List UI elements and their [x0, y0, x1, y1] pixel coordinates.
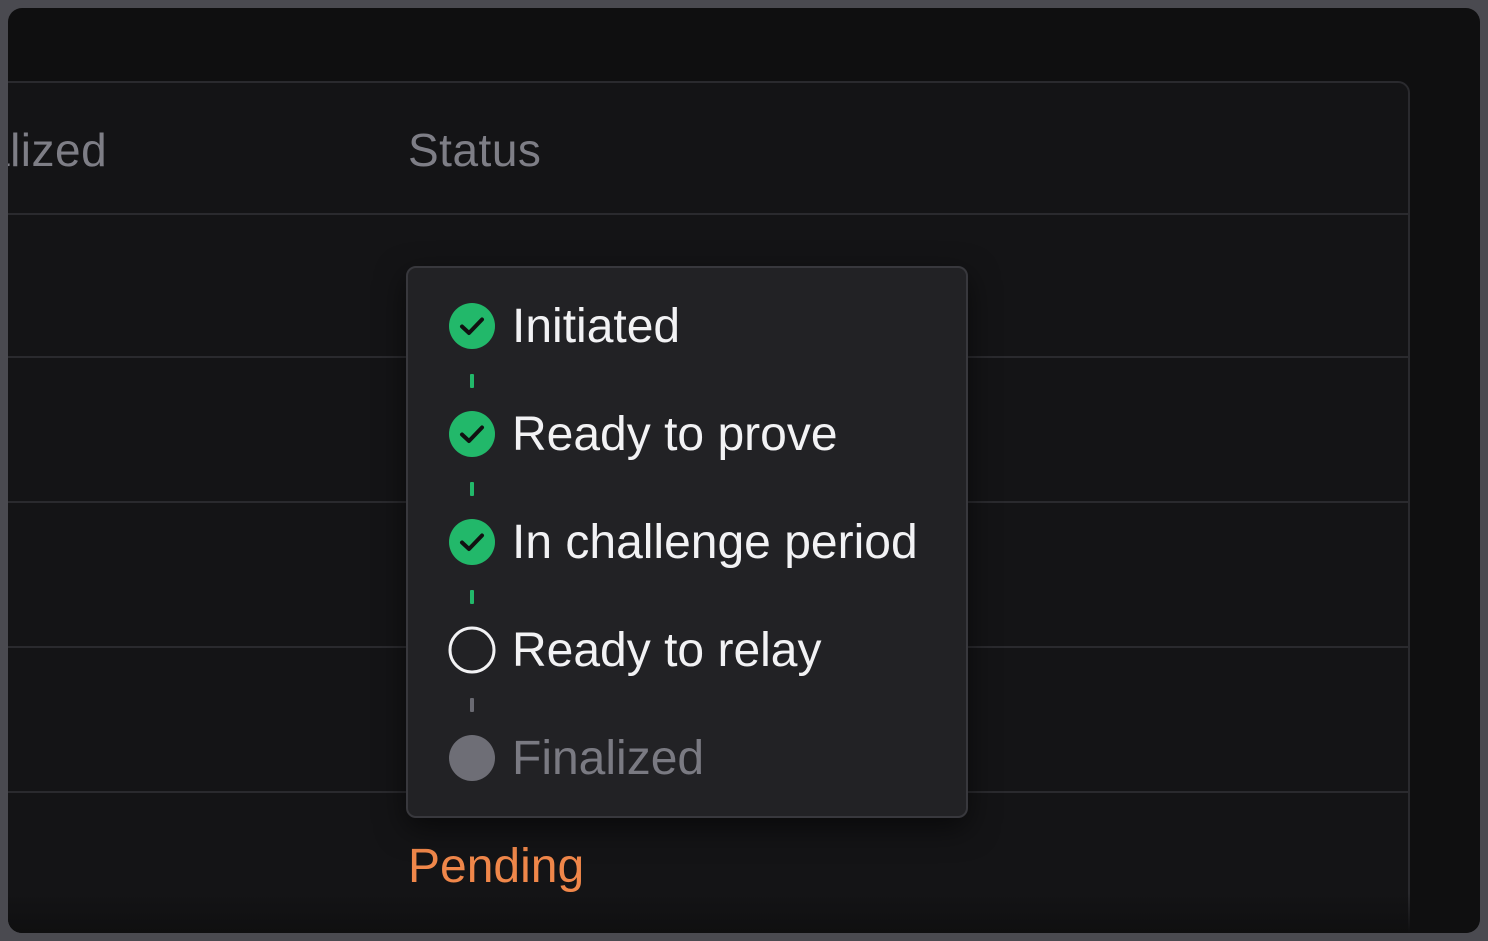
status-progress-popover: Initiated Ready to prove In challenge pe… — [406, 266, 968, 818]
status-pending-badge[interactable]: Pending — [408, 839, 584, 894]
step-connector — [470, 698, 474, 712]
step-connector — [470, 482, 474, 496]
status-step-finalized: Finalized — [448, 731, 705, 785]
status-step-initiated: Initiated — [448, 299, 681, 353]
check-circle-icon — [448, 302, 496, 350]
status-step-ready-to-prove: Ready to prove — [448, 407, 838, 461]
table-header-row: alized Status — [8, 83, 1408, 215]
status-step-in-challenge-period: In challenge period — [448, 515, 918, 569]
bottom-fade — [8, 893, 1480, 933]
filled-gray-circle-icon — [448, 734, 496, 782]
status-step-label: Finalized — [512, 731, 705, 785]
step-connector — [470, 374, 474, 388]
check-circle-icon — [448, 410, 496, 458]
column-header-status[interactable]: Status — [408, 123, 541, 177]
status-step-ready-to-relay: Ready to relay — [448, 623, 822, 677]
column-header-finalized[interactable]: alized — [8, 123, 107, 177]
status-step-label: Initiated — [512, 299, 681, 353]
status-step-label: Ready to prove — [512, 407, 838, 461]
check-circle-icon — [448, 518, 496, 566]
app-frame: alized Status Pending Initiated — [8, 8, 1480, 933]
step-connector — [470, 590, 474, 604]
empty-circle-icon — [448, 626, 496, 674]
status-step-label: Ready to relay — [512, 623, 822, 677]
status-step-label: In challenge period — [512, 515, 918, 569]
